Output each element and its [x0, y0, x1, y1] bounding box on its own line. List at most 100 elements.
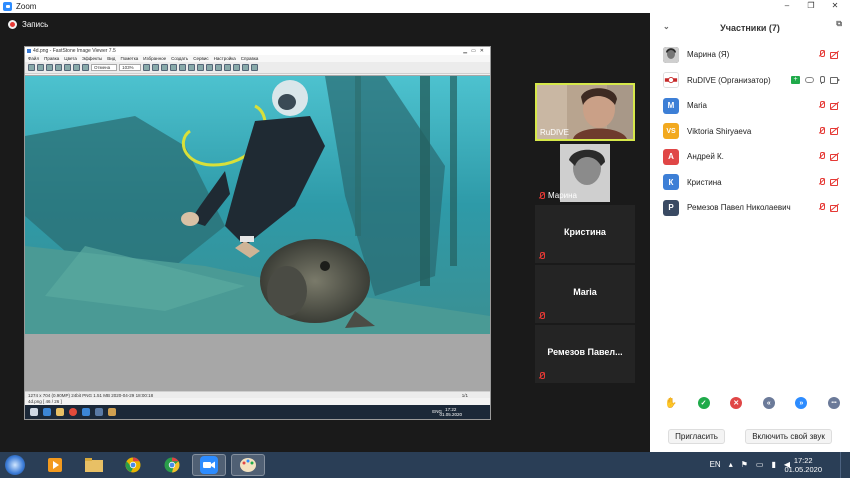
avatar: VS: [663, 123, 679, 140]
viewer-menu-item[interactable]: Цвета: [64, 55, 77, 62]
video-tile-maria[interactable]: Maria: [535, 265, 635, 323]
fit-select[interactable]: Отмена: [91, 64, 118, 71]
network-icon[interactable]: ▮: [771, 460, 775, 469]
video-tile-rudive[interactable]: RuDIVE: [535, 83, 635, 141]
viewer-fileline: 4d.png [ 46 / 26 ]: [25, 398, 490, 405]
participant-row[interactable]: Марина (Я): [650, 42, 850, 68]
email-icon[interactable]: [196, 64, 204, 71]
file-explorer-icon[interactable]: [77, 454, 111, 476]
mic-muted-icon: [538, 191, 545, 200]
settings-icon[interactable]: [241, 64, 249, 71]
viewer-menu-item[interactable]: Создать: [171, 55, 188, 62]
open-icon[interactable]: [28, 64, 35, 71]
video-tile-kristina[interactable]: Кристина: [535, 205, 635, 263]
mic-muted-icon[interactable]: [818, 126, 825, 135]
video-off-icon[interactable]: [830, 51, 840, 59]
media-player-icon[interactable]: [38, 454, 72, 476]
viewer-menu-item[interactable]: Вид: [107, 55, 115, 62]
color-icon[interactable]: [169, 64, 177, 71]
viewer-menu-item[interactable]: Сервис: [193, 55, 208, 62]
fullscreen-icon[interactable]: [232, 64, 240, 71]
shared-screen[interactable]: 4d.png - FastStone Image Viewer 7.5 ▁▭✕ …: [24, 46, 491, 420]
no-icon[interactable]: ✕: [730, 397, 743, 409]
mic-muted-icon[interactable]: [818, 152, 825, 160]
invite-button[interactable]: Пригласить: [668, 429, 725, 444]
viewer-menu-item[interactable]: Эффекты: [82, 55, 102, 62]
viewer-menu-item[interactable]: Избранное: [143, 55, 166, 62]
compare-icon[interactable]: [223, 64, 231, 71]
minimize-button[interactable]: –: [776, 1, 798, 11]
more-icon[interactable]: •••: [827, 397, 840, 409]
print-icon[interactable]: [205, 64, 213, 71]
maximize-button[interactable]: ❐: [800, 1, 822, 11]
explorer-icon: [56, 408, 64, 416]
chrome-glyph: [125, 457, 141, 473]
actual-size-icon[interactable]: [73, 64, 80, 71]
language-indicator[interactable]: EN: [710, 460, 721, 469]
paint-icon[interactable]: [231, 454, 265, 476]
mic-muted-icon[interactable]: [818, 101, 825, 109]
participant-row[interactable]: RuDIVE (Организатор) +: [650, 68, 850, 94]
flag-icon[interactable]: ⚑: [741, 460, 748, 469]
participant-row[interactable]: Р Ремезов Павел Николаевич: [650, 195, 850, 221]
battery-icon[interactable]: ▭: [756, 460, 764, 469]
zoom-in-icon[interactable]: [55, 64, 62, 71]
show-desktop-button[interactable]: [840, 452, 850, 478]
participant-row[interactable]: К Кристина: [650, 170, 850, 196]
viewer-menu-item[interactable]: Файл: [28, 55, 39, 62]
tray-arrow-icon[interactable]: ▴: [729, 460, 733, 469]
video-off-icon[interactable]: [830, 178, 840, 186]
rotate-icon[interactable]: [142, 64, 150, 71]
close-button[interactable]: ✕: [824, 1, 846, 11]
help-icon[interactable]: [250, 64, 258, 71]
video-off-icon[interactable]: [830, 153, 840, 161]
zoom-select[interactable]: 103%: [119, 64, 141, 71]
reaction-bar: ✋ ✓ ✕ « » •••: [665, 397, 840, 409]
mic-muted-icon[interactable]: [818, 50, 825, 58]
video-on-icon[interactable]: [830, 76, 840, 84]
popout-icon[interactable]: ⧉: [836, 19, 842, 29]
forward-icon[interactable]: [46, 64, 53, 71]
video-tile-marina[interactable]: Марина: [535, 144, 635, 202]
chrome-canary-icon[interactable]: [116, 454, 150, 476]
slideshow-icon[interactable]: [214, 64, 222, 71]
mic-muted-icon[interactable]: [818, 203, 825, 211]
viewer-menu-item[interactable]: Пометка: [120, 55, 138, 62]
video-tile-remezov[interactable]: Ремезов Павел...: [535, 325, 635, 383]
zoom-taskbar-icon[interactable]: [192, 454, 226, 476]
participant-row[interactable]: А Андрей К.: [650, 144, 850, 170]
underwater-photo: [25, 76, 490, 334]
video-off-icon[interactable]: [830, 127, 840, 135]
video-off-icon[interactable]: [830, 102, 840, 110]
viewer-menu-item[interactable]: Настройка: [214, 55, 236, 62]
window-titlebar: Zoom – ❐ ✕: [0, 0, 850, 13]
go-faster-icon[interactable]: »: [795, 397, 808, 409]
raise-hand-icon[interactable]: ✋: [665, 397, 677, 409]
viewer-menu-item[interactable]: Правка: [44, 55, 59, 62]
viewer-menu-item[interactable]: Справка: [241, 55, 259, 62]
collapse-chevron-icon[interactable]: ⌄: [663, 22, 670, 31]
app-icon: [82, 408, 90, 416]
fit-icon[interactable]: [82, 64, 89, 71]
participant-row[interactable]: M Maria: [650, 93, 850, 119]
participant-row[interactable]: VS Viktoria Shiryaeva: [650, 119, 850, 145]
save-icon[interactable]: [187, 64, 195, 71]
chrome-icon[interactable]: [155, 454, 189, 476]
back-icon[interactable]: [37, 64, 44, 71]
mic-on-icon[interactable]: [819, 75, 825, 84]
video-off-icon[interactable]: [830, 204, 840, 212]
effects-icon[interactable]: [178, 64, 186, 71]
participants-panel: ⌄ Участники (7) ⧉ Марина (Я) RuDIVE (Орг…: [650, 13, 850, 452]
mic-muted-icon[interactable]: [818, 177, 825, 186]
taskbar-clock[interactable]: 17:22 01.05.2020: [784, 456, 822, 474]
viewer-window-controls: ▁▭✕: [463, 48, 488, 54]
unmute-button[interactable]: Включить свой звук: [745, 429, 832, 444]
zoom-out-icon[interactable]: [64, 64, 71, 71]
recording-indicator[interactable]: Запись: [8, 20, 48, 29]
resize-icon[interactable]: [160, 64, 168, 71]
crop-icon[interactable]: [151, 64, 159, 71]
go-slower-icon[interactable]: «: [762, 397, 775, 409]
yes-icon[interactable]: ✓: [697, 397, 710, 409]
start-button[interactable]: [5, 455, 25, 475]
system-tray: EN ▴ ⚑ ▭ ▮ ◀: [710, 460, 790, 469]
